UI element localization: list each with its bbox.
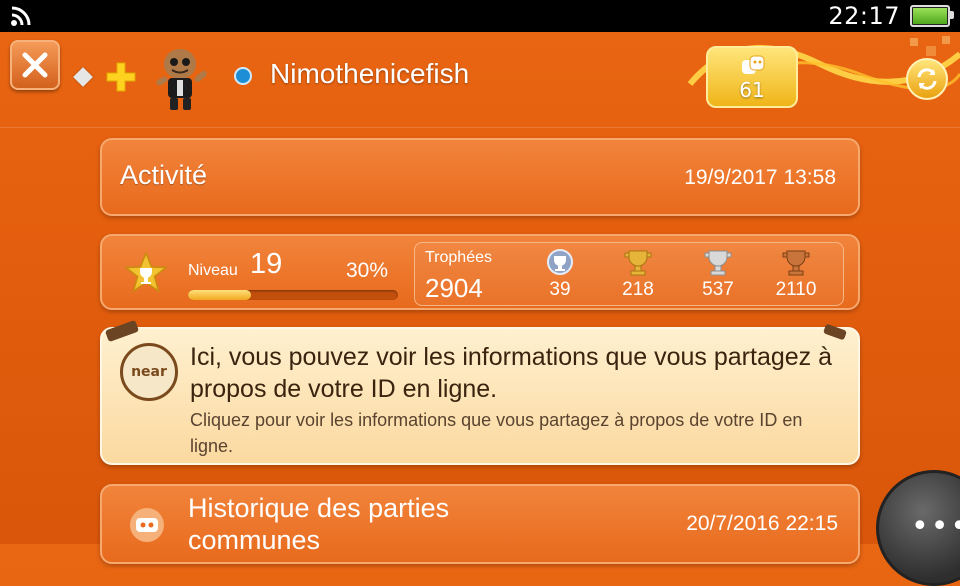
bronze-trophy: 2110 <box>761 249 831 301</box>
diamond-icon <box>73 67 93 87</box>
near-subtitle: Cliquez pour voir les informations que v… <box>190 410 803 456</box>
level-percent: 30% <box>346 259 389 282</box>
history-date: 20/7/2016 22:15 <box>686 512 838 535</box>
platinum-trophy: 39 <box>525 249 595 301</box>
level-progress-bar <box>188 290 398 300</box>
wifi-icon <box>10 5 36 27</box>
more-options-button[interactable]: ••• <box>876 470 960 586</box>
bronze-trophy-icon <box>782 250 810 276</box>
header-divider <box>0 127 960 128</box>
near-title: Ici, vous pouvez voir les informations q… <box>190 343 833 403</box>
near-icon: near <box>120 343 178 401</box>
corner-decoration <box>104 319 140 343</box>
trophy-star-icon <box>124 252 168 293</box>
ellipsis-icon: ••• <box>911 509 960 544</box>
friends-count: 61 <box>739 78 765 102</box>
clock: 22:17 <box>828 2 900 30</box>
level-trophies-card[interactable]: Niveau 19 30% Trophées 2904 39 218 537 2… <box>100 234 860 310</box>
close-icon <box>22 52 48 78</box>
refresh-icon <box>917 68 937 90</box>
level-label: Niveau <box>188 262 238 279</box>
activity-date: 19/9/2017 13:58 <box>684 166 836 189</box>
activity-title: Activité <box>120 160 208 190</box>
trophy-summary: Trophées 2904 39 218 537 2110 <box>414 242 844 306</box>
history-title: Historique des parties communes <box>188 493 450 555</box>
robot-icon <box>130 508 164 542</box>
level-progress-fill <box>188 290 251 300</box>
trophies-total: 2904 <box>425 273 483 303</box>
platinum-trophy-icon <box>547 249 573 275</box>
silver-trophy: 537 <box>683 249 753 301</box>
battery-full-icon <box>910 5 954 27</box>
online-id-info-card[interactable]: near Ici, vous pouvez voir les informati… <box>100 319 860 465</box>
corner-decoration <box>822 323 848 341</box>
gold-trophy: 218 <box>603 249 673 301</box>
gold-trophy-icon <box>624 250 652 276</box>
username: Nimothenicefish <box>270 58 470 89</box>
refresh-button[interactable] <box>906 58 948 100</box>
activity-card[interactable]: Activité 19/9/2017 13:58 <box>100 138 860 216</box>
close-button[interactable] <box>10 40 60 90</box>
playstation-plus-icon <box>104 60 138 94</box>
status-bar: 22:17 <box>0 0 960 32</box>
friends-icon <box>742 55 765 74</box>
friends-button[interactable]: 61 <box>706 46 798 108</box>
level-value: 19 <box>250 248 283 280</box>
avatar[interactable] <box>150 44 214 112</box>
shared-games-history-card[interactable]: Historique des parties communes 20/7/201… <box>100 484 860 564</box>
silver-trophy-icon <box>704 250 732 276</box>
trophies-label: Trophées <box>425 249 492 266</box>
online-status-icon <box>234 67 252 85</box>
